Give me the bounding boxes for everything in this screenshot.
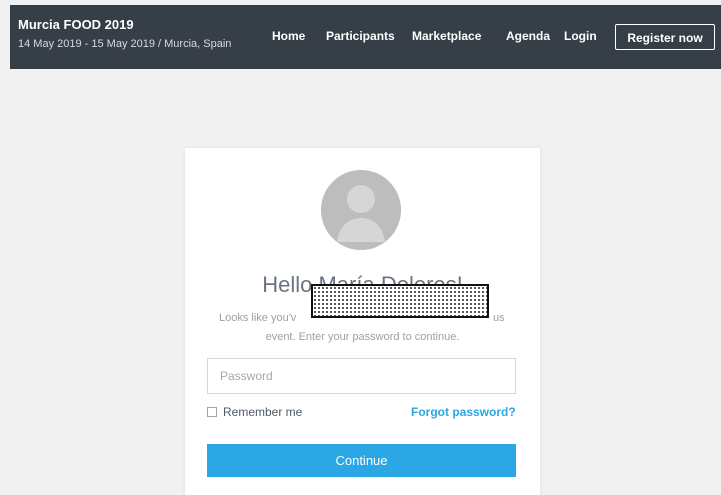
forgot-password-link[interactable]: Forgot password?	[411, 405, 516, 419]
register-now-button[interactable]: Register now	[615, 24, 715, 50]
checkbox-icon[interactable]	[207, 407, 217, 417]
nav-login-link[interactable]: Login	[564, 29, 597, 43]
description-line-1-end: us	[493, 312, 505, 324]
password-input[interactable]	[207, 358, 516, 394]
page-content: Hello María Dolores! Looks like you'v us…	[10, 69, 721, 495]
nav-home-link[interactable]: Home	[272, 29, 305, 43]
description-line-1-start: Looks like you'v	[219, 312, 297, 324]
redacted-email-area	[311, 284, 489, 318]
nav-agenda-link[interactable]: Agenda	[506, 29, 550, 43]
remember-me-checkbox[interactable]: Remember me	[207, 405, 302, 419]
top-navigation-bar: Murcia FOOD 2019 14 May 2019 - 15 May 20…	[10, 5, 721, 69]
continue-button[interactable]: Continue	[207, 444, 516, 477]
nav-marketplace-link[interactable]: Marketplace	[412, 29, 481, 43]
user-avatar-icon	[321, 170, 401, 250]
description-line-2: event. Enter your password to continue.	[265, 331, 460, 343]
login-card: Hello María Dolores! Looks like you'v us…	[185, 148, 540, 495]
nav-participants-link[interactable]: Participants	[326, 29, 395, 43]
remember-me-label: Remember me	[223, 405, 303, 419]
